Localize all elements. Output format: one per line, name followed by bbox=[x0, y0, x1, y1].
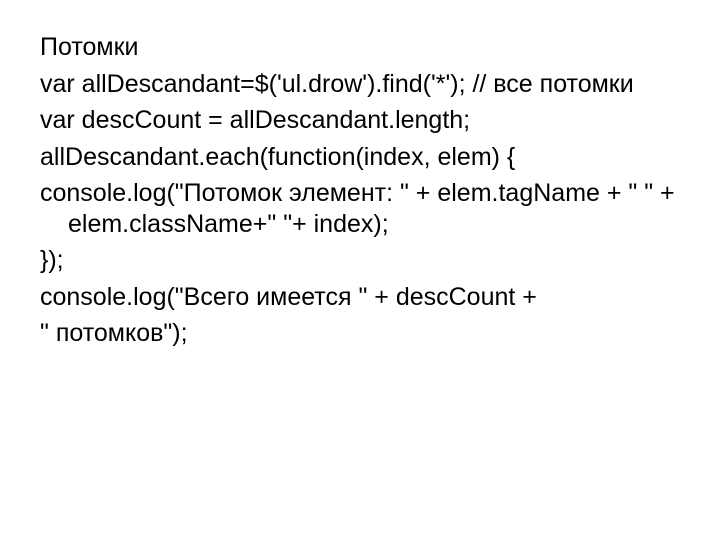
slide-content: Потомки var allDescandant=$('ul.drow').f… bbox=[0, 0, 720, 540]
code-line-6: }); bbox=[40, 245, 680, 276]
code-line-2: var allDescandant=$('ul.drow').find('*')… bbox=[40, 69, 680, 100]
code-line-7: console.log("Всего имеется " + descCount… bbox=[40, 282, 680, 313]
code-line-8: " потомков"); bbox=[40, 318, 680, 349]
code-line-3: var descCount = allDescandant.length; bbox=[40, 105, 680, 136]
code-line-4: allDescandant.each(function(index, elem)… bbox=[40, 142, 680, 173]
code-line-1: Потомки bbox=[40, 32, 680, 63]
code-line-5: console.log("Потомок элемент: " + elem.t… bbox=[40, 178, 680, 239]
